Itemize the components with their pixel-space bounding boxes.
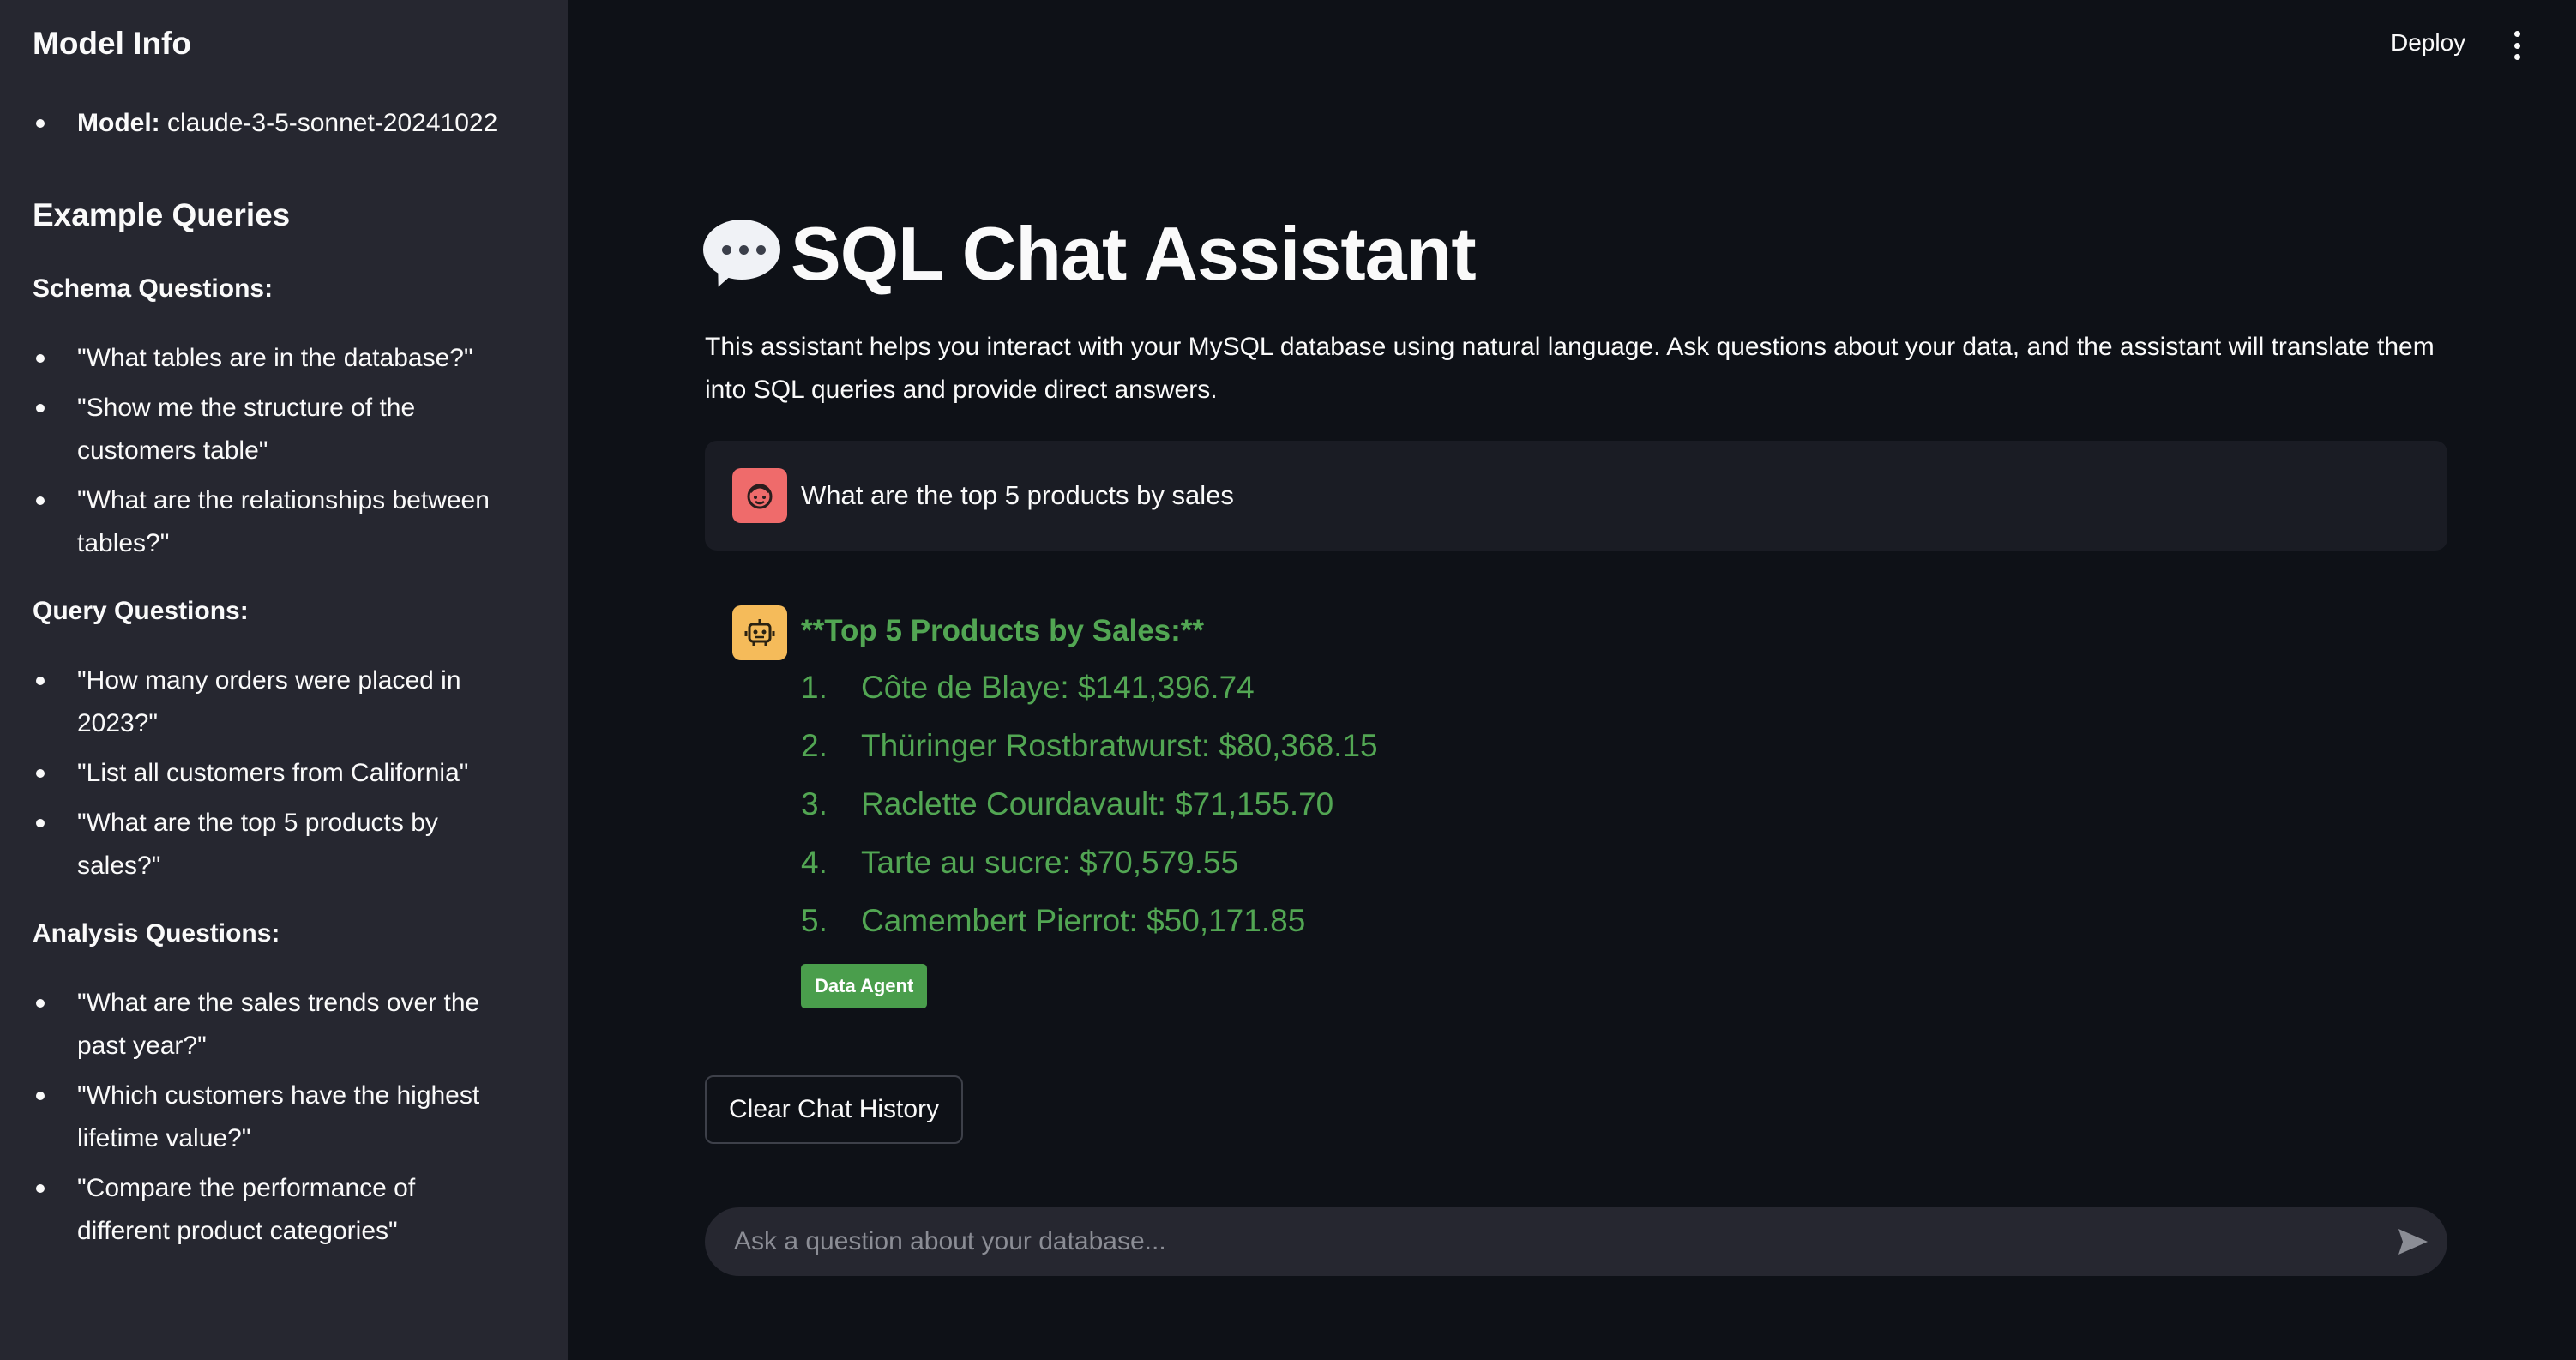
- model-info-item: Model: claude-3-5-sonnet-20241022: [33, 105, 497, 142]
- list-item: "Which customers have the highest lifeti…: [33, 1074, 513, 1160]
- deploy-button[interactable]: Deploy: [2391, 29, 2465, 57]
- list-item: "List all customers from California": [33, 752, 513, 795]
- list-item: 5. Camembert Pierrot: $50,171.85: [801, 892, 1378, 950]
- list-item: "Show me the structure of the customers …: [33, 387, 513, 472]
- data-agent-badge: Data Agent: [801, 964, 928, 1008]
- product-sales-text: Thüringer Rostbratwurst: $80,368.15: [861, 728, 1378, 763]
- bullet: [36, 819, 45, 827]
- chat-input-container: [705, 1207, 2447, 1276]
- example-query-text: "List all customers from California": [77, 759, 469, 787]
- bullet: [36, 354, 45, 363]
- example-query-text: "Show me the structure of the customers …: [77, 394, 416, 465]
- list-item: 4. Tarte au sucre: $70,579.55: [801, 833, 1378, 892]
- list-item: "What tables are in the database?": [33, 337, 513, 380]
- model-label: Model:: [77, 109, 160, 137]
- bullet: [36, 119, 45, 128]
- kebab-menu-icon[interactable]: [2508, 31, 2525, 60]
- user-message-text: What are the top 5 products by sales: [801, 480, 1234, 510]
- list-number: 4.: [801, 845, 828, 880]
- product-sales-text: Raclette Courdavault: $71,155.70: [861, 786, 1334, 821]
- top-products-list: 1. Côte de Blaye: $141,396.74 2. Thüringer…: [801, 659, 1378, 950]
- list-item: 3. Raclette Courdavault: $71,155.70: [801, 775, 1378, 833]
- product-sales-text: Tarte au sucre: $70,579.55: [861, 845, 1239, 880]
- assistant-heading: **Top 5 Products by Sales:**: [801, 614, 1205, 647]
- list-item: "What are the sales trends over the past…: [33, 982, 513, 1068]
- example-query-text: "What are the sales trends over the past…: [77, 989, 480, 1060]
- model-value: claude-3-5-sonnet-20241022: [167, 109, 498, 137]
- list-item: "How many orders were placed in 2023?": [33, 659, 513, 745]
- bullet: [36, 1184, 45, 1193]
- schema-questions-list: "What tables are in the database?" "Show…: [33, 337, 513, 572]
- product-sales-text: Camembert Pierrot: $50,171.85: [861, 903, 1306, 938]
- bullet: [36, 677, 45, 685]
- example-queries-title: Example Queries: [33, 197, 291, 232]
- schema-questions-title: Schema Questions:: [33, 274, 274, 303]
- assistant-message-content: **Top 5 Products by Sales:** 1. Côte de B…: [801, 605, 1378, 1008]
- page-title: SQL Chat Assistant: [791, 211, 1477, 296]
- bullet: [36, 404, 45, 412]
- bullet: [36, 1092, 45, 1100]
- clear-chat-history-button[interactable]: Clear Chat History: [705, 1075, 964, 1144]
- sidebar: Model Info Model: claude-3-5-sonnet-2024…: [0, 0, 568, 1360]
- list-number: 1.: [801, 670, 828, 705]
- chat-input[interactable]: [705, 1207, 2379, 1276]
- list-item: 2. Thüringer Rostbratwurst: $80,368.15: [801, 717, 1378, 775]
- example-query-text: "What are the relationships between tabl…: [77, 486, 490, 557]
- product-sales-text: Côte de Blaye: $141,396.74: [861, 670, 1255, 705]
- user-message: What are the top 5 products by sales: [705, 441, 2447, 551]
- bullet: [36, 999, 45, 1008]
- page-title-row: SQL Chat Assistant: [703, 210, 1477, 298]
- bullet: [36, 496, 45, 505]
- robot-icon: [732, 605, 787, 660]
- list-item: 1. Côte de Blaye: $141,396.74: [801, 659, 1378, 717]
- example-query-text: "Compare the performance of different pr…: [77, 1174, 416, 1245]
- example-query-text: "Which customers have the highest lifeti…: [77, 1081, 480, 1152]
- query-questions-title: Query Questions:: [33, 597, 249, 625]
- example-query-text: "What are the top 5 products by sales?": [77, 809, 438, 880]
- list-item: "What are the relationships between tabl…: [33, 479, 513, 565]
- bullet: [36, 769, 45, 778]
- list-number: 3.: [801, 786, 828, 821]
- page-description: This assistant helps you interact with y…: [705, 333, 2435, 404]
- analysis-questions-list: "What are the sales trends over the past…: [33, 982, 513, 1260]
- send-icon[interactable]: [2379, 1207, 2447, 1276]
- model-info-title: Model Info: [33, 26, 191, 61]
- list-number: 5.: [801, 903, 828, 938]
- query-questions-list: "How many orders were placed in 2023?" "…: [33, 659, 513, 894]
- speech-bubble-icon: [703, 220, 782, 292]
- list-item: "Compare the performance of different pr…: [33, 1167, 513, 1253]
- list-number: 2.: [801, 728, 828, 763]
- example-query-text: "How many orders were placed in 2023?": [77, 666, 461, 737]
- list-item: "What are the top 5 products by sales?": [33, 802, 513, 888]
- analysis-questions-title: Analysis Questions:: [33, 919, 280, 948]
- example-query-text: "What tables are in the database?": [77, 344, 473, 372]
- user-face-icon: [732, 468, 787, 523]
